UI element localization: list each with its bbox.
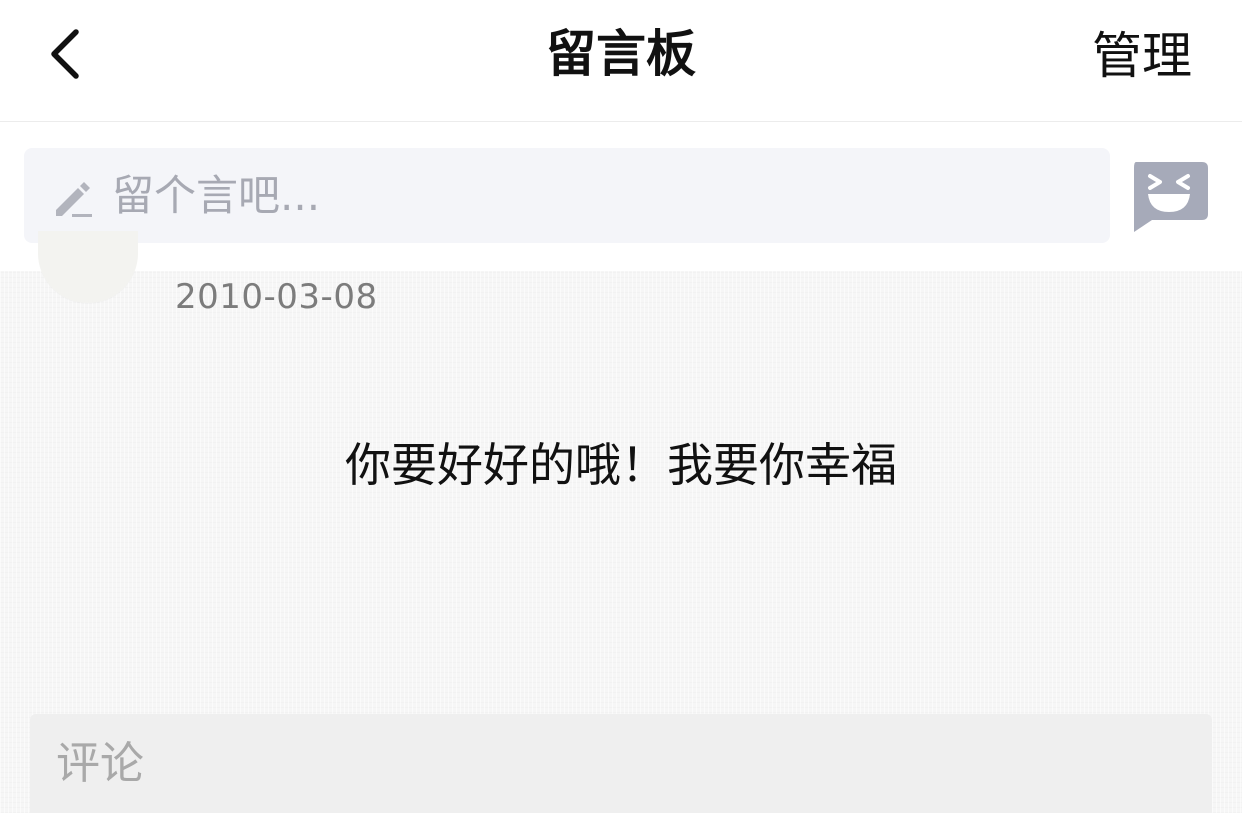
emoji-button[interactable] xyxy=(1128,160,1210,232)
message-input-placeholder: 留个言吧... xyxy=(112,171,321,220)
message-card: 2010-03-08 你要好好的哦！我要你幸福 评论 xyxy=(0,231,1242,813)
chevron-left-icon xyxy=(51,29,79,79)
manage-button[interactable]: 管理 xyxy=(1092,24,1192,88)
comment-input[interactable]: 评论 xyxy=(30,714,1212,813)
guestbook-screen: 留言板 管理 留个言吧... 2010-03-08 你要好好的哦！我要你幸福 评… xyxy=(0,0,1242,813)
page-title: 留言板 xyxy=(546,25,696,83)
emoji-face-icon xyxy=(1134,162,1208,232)
avatar[interactable] xyxy=(38,231,138,303)
message-input[interactable]: 留个言吧... xyxy=(24,148,1110,243)
back-button[interactable] xyxy=(40,22,100,86)
message-date: 2010-03-08 xyxy=(175,277,378,317)
comment-input-placeholder: 评论 xyxy=(56,738,144,789)
top-nav-bar: 留言板 管理 xyxy=(0,0,1242,122)
pencil-icon xyxy=(56,182,92,217)
message-text: 你要好好的哦！我要你幸福 xyxy=(345,438,897,492)
compose-row: 留个言吧... xyxy=(0,123,1242,271)
